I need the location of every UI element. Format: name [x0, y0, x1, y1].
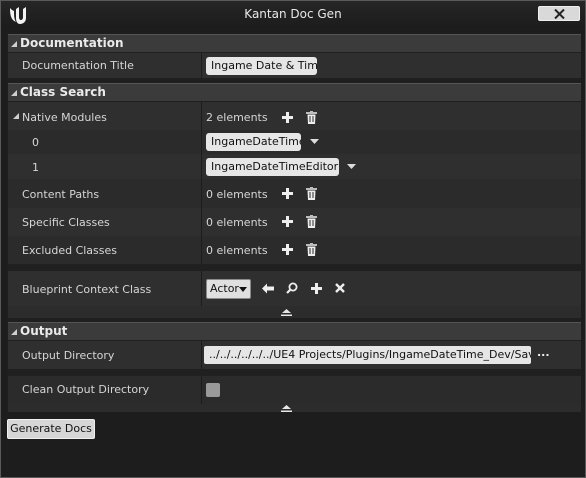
property-row-clean-output-directory: Clean Output Directory — [8, 376, 581, 404]
property-label: Specific Classes — [22, 216, 110, 229]
column-splitter[interactable] — [201, 271, 202, 306]
property-row-blueprint-context-class: Blueprint Context Class Actor — [8, 271, 581, 306]
trash-icon[interactable] — [306, 111, 317, 124]
window-title: Kantan Doc Gen — [244, 7, 342, 21]
column-splitter[interactable] — [201, 341, 202, 369]
category-class-search[interactable]: Class Search — [8, 83, 581, 101]
element-count: 0 elements — [206, 216, 268, 229]
collapse-arrow-icon[interactable] — [12, 112, 20, 120]
generate-docs-button[interactable]: Generate Docs — [7, 419, 95, 439]
close-icon — [554, 9, 565, 19]
expand-up-arrow-icon — [281, 309, 292, 316]
dropdown-arrow-icon[interactable] — [310, 139, 319, 144]
collapse-arrow-icon[interactable] — [10, 328, 18, 336]
property-row-documentation-title: Documentation Title Ingame Date & Time — [8, 53, 581, 78]
category-label: Class Search — [20, 85, 106, 99]
category-label: Output — [20, 324, 68, 338]
column-splitter[interactable] — [201, 376, 202, 404]
details-panel: Documentation Documentation Title Ingame… — [8, 34, 581, 412]
output-directory-input[interactable]: ../../../../../../UE4 Projects/Plugins/I… — [204, 346, 531, 364]
collapse-arrow-icon[interactable] — [10, 89, 18, 97]
add-element-icon[interactable] — [282, 216, 293, 227]
module-name-input[interactable]: IngameDateTimeEditor — [206, 158, 339, 176]
clear-icon[interactable] — [335, 283, 345, 293]
column-splitter[interactable] — [201, 154, 202, 179]
category-documentation[interactable]: Documentation — [8, 34, 581, 52]
add-icon[interactable] — [311, 283, 322, 294]
array-element-row: 1 IngameDateTimeEditor — [8, 154, 581, 179]
property-row-excluded-classes: Excluded Classes 0 elements — [8, 236, 581, 264]
column-splitter[interactable] — [201, 236, 202, 264]
dropdown-arrow-icon — [239, 287, 247, 292]
column-splitter[interactable] — [201, 53, 202, 78]
clean-output-checkbox[interactable] — [206, 383, 220, 397]
trash-icon[interactable] — [306, 243, 317, 256]
element-count: 0 elements — [206, 244, 268, 257]
add-element-icon[interactable] — [282, 188, 293, 199]
add-element-icon[interactable] — [282, 112, 293, 123]
dropdown-arrow-icon[interactable] — [347, 164, 356, 169]
use-selected-arrow-icon[interactable] — [262, 283, 274, 294]
property-row-specific-classes: Specific Classes 0 elements — [8, 208, 581, 236]
combo-value: Actor — [210, 282, 239, 295]
column-splitter[interactable] — [201, 179, 202, 208]
column-splitter[interactable] — [201, 208, 202, 236]
close-button[interactable] — [538, 6, 580, 21]
trash-icon[interactable] — [306, 187, 317, 200]
blueprint-class-combo[interactable]: Actor — [206, 279, 251, 299]
property-label: Clean Output Directory — [22, 383, 150, 396]
browse-directory-button[interactable]: ... — [537, 346, 550, 359]
element-count: 2 elements — [206, 111, 268, 124]
property-label: Documentation Title — [22, 59, 134, 72]
row-spacer — [8, 264, 581, 271]
advanced-expander[interactable] — [8, 404, 581, 412]
category-output[interactable]: Output — [8, 322, 581, 340]
documentation-title-input[interactable]: Ingame Date & Time — [206, 57, 317, 75]
trash-icon[interactable] — [306, 215, 317, 228]
add-element-icon[interactable] — [282, 244, 293, 255]
property-label: Blueprint Context Class — [22, 283, 152, 296]
row-spacer — [8, 369, 581, 376]
property-label: Content Paths — [22, 188, 100, 201]
array-element-row: 0 IngameDateTime — [8, 130, 581, 154]
property-row-content-paths: Content Paths 0 elements — [8, 179, 581, 208]
array-index-label: 1 — [32, 161, 39, 174]
array-index-label: 0 — [32, 136, 39, 149]
kantan-doc-gen-window: Kantan Doc Gen Documentation Documentati… — [0, 0, 586, 478]
collapse-arrow-icon[interactable] — [10, 40, 18, 48]
expand-up-arrow-icon — [281, 405, 292, 412]
column-splitter[interactable] — [201, 130, 202, 154]
property-row-native-modules: Native Modules 2 elements — [8, 102, 581, 130]
column-splitter[interactable] — [201, 102, 202, 130]
element-count: 0 elements — [206, 188, 268, 201]
property-label: Excluded Classes — [22, 244, 118, 257]
browse-magnifier-icon[interactable] — [286, 282, 298, 294]
module-name-input[interactable]: IngameDateTime — [206, 133, 301, 151]
title-bar[interactable]: Kantan Doc Gen — [1, 1, 585, 28]
advanced-expander[interactable] — [8, 306, 581, 318]
property-label: Native Modules — [22, 111, 107, 124]
property-row-output-directory: Output Directory ../../../../../../UE4 P… — [8, 341, 581, 369]
property-label: Output Directory — [22, 349, 115, 362]
category-label: Documentation — [20, 36, 124, 50]
